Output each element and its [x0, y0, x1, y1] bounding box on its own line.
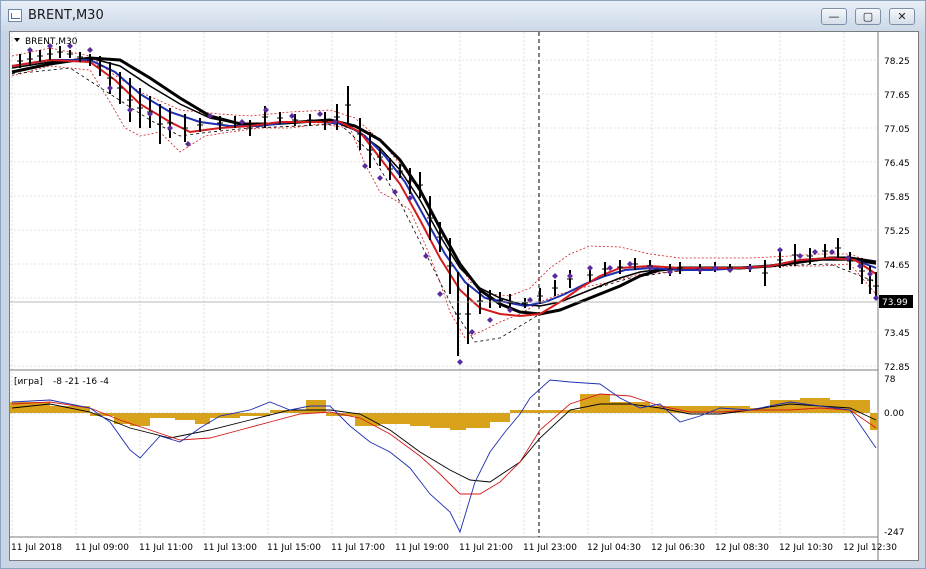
histogram-bar — [175, 413, 195, 420]
minimize-icon: — — [828, 10, 840, 23]
time-label: 12 Jul 10:30 — [779, 543, 833, 553]
time-label: 11 Jul 19:00 — [395, 543, 449, 553]
chart-window: BRENT,M30 — ▢ ✕ BRENT,M30 78.25 77.65 77… — [0, 0, 926, 569]
time-label: 11 Jul 09:00 — [75, 543, 129, 553]
symbol-label: BRENT,M30 — [25, 37, 78, 47]
price-label: 76.45 — [884, 159, 910, 169]
oscillator-max-label: 78 — [884, 375, 896, 385]
signal-marker — [797, 253, 803, 259]
close-button[interactable]: ✕ — [889, 8, 915, 25]
histogram-bar — [580, 394, 610, 413]
histogram-bar — [150, 413, 175, 418]
price-label: 77.65 — [884, 91, 910, 101]
signal-marker — [317, 111, 323, 117]
title-bar[interactable]: BRENT,M30 — ▢ ✕ — [1, 1, 925, 31]
histogram-bar — [195, 413, 210, 424]
time-label: 11 Jul 13:00 — [203, 543, 257, 553]
time-label: 12 Jul 12:30 — [843, 543, 897, 553]
signal-marker — [627, 261, 633, 267]
signal-marker — [107, 85, 113, 91]
minimize-button[interactable]: — — [821, 8, 847, 25]
signal-marker — [167, 125, 173, 131]
histogram-bar — [380, 413, 410, 424]
indicator-name: [игра] — [14, 377, 43, 387]
chart-area[interactable]: BRENT,M30 78.25 77.65 77.05 76.45 75.85 … — [9, 31, 919, 561]
time-label: 12 Jul 06:30 — [651, 543, 705, 553]
ma-red — [11, 58, 877, 318]
close-icon: ✕ — [897, 10, 907, 23]
price-label: 75.85 — [884, 193, 910, 203]
indicator-values: -8 -21 -16 -4 — [53, 377, 109, 387]
restore-icon: ▢ — [862, 10, 874, 23]
time-label: 11 Jul 2018 — [11, 543, 62, 553]
collapse-arrow-icon[interactable] — [14, 38, 20, 42]
price-label: 77.05 — [884, 125, 910, 135]
time-axis: 11 Jul 2018 11 Jul 09:00 11 Jul 11:00 11 Ju… — [11, 543, 897, 553]
lower-envelope — [11, 65, 877, 339]
time-label: 11 Jul 17:00 — [331, 543, 385, 553]
signal-marker — [377, 175, 383, 181]
price-label: 78.25 — [884, 57, 910, 67]
histogram-bar — [870, 413, 878, 430]
price-label: 73.45 — [884, 329, 910, 339]
price-bars — [17, 46, 879, 356]
histogram-bar — [430, 413, 450, 428]
lower-band-dashed-black — [11, 67, 877, 343]
oscillator-min-label: -247 — [884, 528, 904, 538]
time-label: 11 Jul 21:00 — [459, 543, 513, 553]
upper-envelope — [11, 47, 877, 297]
signal-marker — [487, 317, 493, 323]
signal-marker — [87, 47, 93, 53]
time-label: 12 Jul 04:30 — [587, 543, 641, 553]
histogram-bar — [210, 413, 240, 418]
ma-blue — [11, 59, 877, 308]
window-title: BRENT,M30 — [28, 8, 104, 23]
price-label: 75.25 — [884, 227, 910, 237]
ma-black-slow — [11, 56, 877, 316]
oscillator-zero-label: 0.00 — [884, 409, 904, 419]
signal-marker — [777, 247, 783, 253]
histogram-bar — [450, 413, 466, 430]
time-label: 11 Jul 23:00 — [523, 543, 577, 553]
histogram-bar — [490, 413, 510, 422]
signal-marker — [812, 249, 818, 255]
histogram-bar — [830, 400, 870, 413]
time-label: 11 Jul 15:00 — [267, 543, 321, 553]
price-label: 74.65 — [884, 261, 910, 271]
signal-marker — [567, 273, 573, 279]
chart-window-icon — [8, 9, 22, 22]
signal-marker — [552, 273, 558, 279]
current-price-label: 73.99 — [882, 298, 908, 308]
price-label: 72.85 — [884, 363, 910, 373]
time-label: 12 Jul 08:30 — [715, 543, 769, 553]
time-label: 11 Jul 11:00 — [139, 543, 193, 553]
signal-marker — [437, 291, 443, 297]
histogram-bar — [410, 413, 430, 426]
signal-marker — [457, 359, 463, 365]
oscillator-blue-line — [11, 379, 877, 534]
price-scale: 78.25 77.65 77.05 76.45 75.85 75.25 74.6… — [884, 57, 910, 373]
oscillator-scale: 78 0.00 -247 — [884, 375, 904, 538]
histogram-bar — [240, 413, 270, 416]
price-chart[interactable]: BRENT,M30 78.25 77.65 77.05 76.45 75.85 … — [10, 32, 918, 560]
restore-button[interactable]: ▢ — [855, 8, 881, 25]
histogram-bar — [466, 413, 490, 428]
histogram-bar — [355, 413, 380, 426]
